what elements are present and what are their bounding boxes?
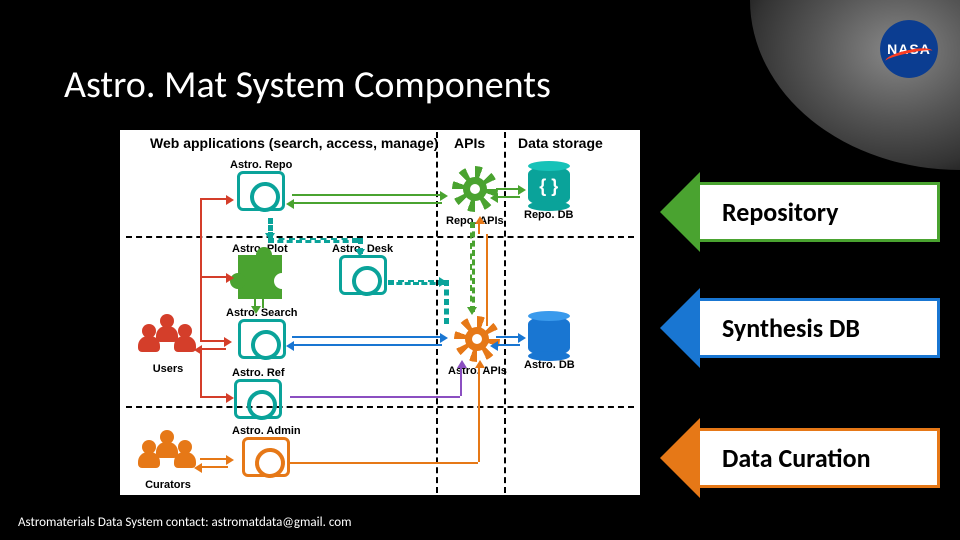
section-header-web: Web applications (search, access, manage… (150, 136, 438, 151)
arrow (292, 336, 442, 338)
users-icon (138, 314, 198, 360)
browser-refresh-icon (238, 319, 286, 359)
database-icon (528, 316, 570, 356)
arrow (200, 396, 228, 398)
arrow (200, 348, 226, 350)
node-repo-db: { } Repo. DB (524, 166, 574, 221)
arrow (268, 238, 358, 243)
arrow (200, 198, 228, 200)
section-header-storage: Data storage (518, 136, 603, 151)
browser-refresh-icon (237, 171, 285, 211)
node-astro-ref: Astro. Ref (232, 368, 285, 423)
database-icon: { } (528, 166, 570, 206)
node-users: Users (138, 314, 198, 375)
label-users: Users (138, 364, 198, 375)
node-astro-admin: Astro. Admin (232, 426, 301, 481)
nasa-logo: NASA (880, 20, 938, 78)
arrow (200, 276, 228, 278)
node-astro-repo: Astro. Repo (230, 160, 292, 215)
arrow (268, 218, 273, 238)
divider-vertical-1 (436, 132, 438, 493)
arrow (200, 198, 202, 340)
arrow (292, 344, 442, 346)
callout-repository: Repository (660, 172, 940, 252)
divider-row-1 (126, 236, 634, 238)
arrow (200, 348, 202, 396)
arrow (200, 340, 226, 342)
arrow (460, 366, 462, 396)
arrow (262, 296, 264, 308)
divider-row-2 (126, 406, 634, 408)
arrow (290, 462, 478, 464)
arrow (254, 296, 256, 308)
browser-refresh-icon (339, 255, 387, 295)
arrow (358, 238, 363, 254)
arrow (292, 194, 442, 196)
callout-repository-label: Repository (700, 182, 940, 242)
arrow (470, 222, 475, 312)
arrow (496, 344, 520, 346)
asteroid-backdrop (750, 0, 960, 170)
label-astro-admin: Astro. Admin (232, 426, 301, 437)
browser-refresh-icon (234, 379, 282, 419)
label-astro-db: Astro. DB (524, 360, 575, 371)
browser-refresh-icon (242, 437, 290, 477)
node-astro-db: Astro. DB (524, 316, 575, 371)
label-astro-ref: Astro. Ref (232, 368, 285, 379)
label-astro-search: Astro. Search (226, 308, 298, 319)
gear-icon (454, 316, 500, 362)
footer-contact: Astromaterials Data System contact: astr… (18, 515, 351, 530)
callout-synthesis-label: Synthesis DB (700, 298, 940, 358)
architecture-diagram: Web applications (search, access, manage… (120, 130, 640, 495)
divider-vertical-2 (504, 132, 506, 493)
gear-icon (452, 166, 498, 212)
arrow (496, 196, 520, 198)
callout-curation: Data Curation (660, 418, 940, 498)
arrow (292, 202, 442, 204)
arrow (388, 280, 444, 285)
callout-synthesis: Synthesis DB (660, 288, 940, 368)
arrow (200, 466, 228, 468)
arrow (290, 396, 460, 398)
users-icon (138, 430, 198, 476)
arrow (486, 234, 488, 326)
arrow (496, 188, 520, 190)
section-header-apis: APIs (454, 136, 485, 151)
node-astro-search: Astro. Search (226, 308, 298, 363)
arrow (444, 280, 449, 324)
label-curators: Curators (138, 480, 198, 491)
arrow (478, 222, 480, 234)
arrow (496, 336, 520, 338)
arrow (478, 366, 480, 462)
label-astro-repo: Astro. Repo (230, 160, 292, 171)
arrow (200, 458, 228, 460)
node-curators: Curators (138, 430, 198, 491)
page-title: Astro. Mat System Components (64, 62, 551, 108)
label-repo-db: Repo. DB (524, 210, 574, 221)
callout-curation-label: Data Curation (700, 428, 940, 488)
